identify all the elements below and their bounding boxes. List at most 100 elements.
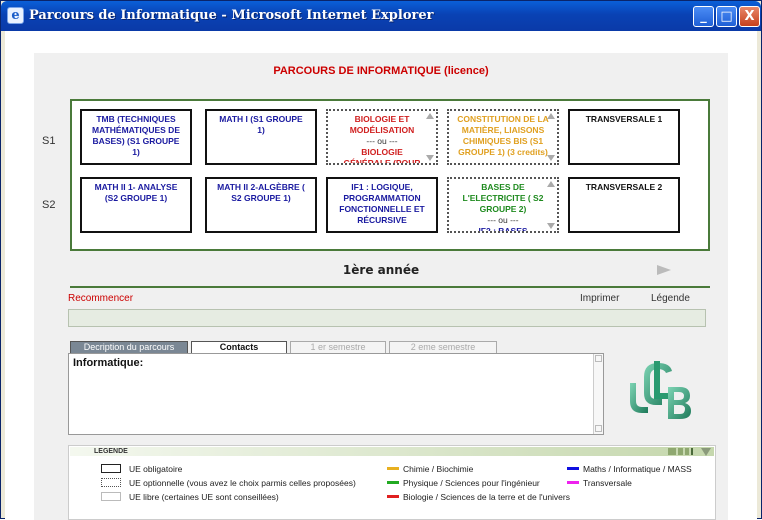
ue-title: CONSTITUTION DE LA MATIÈRE, LIAISONS CHIMI…	[451, 114, 555, 158]
ue-title-line: TRANSVERSALE 2	[585, 182, 663, 192]
tab-semester-1[interactable]: 1 er semestre	[290, 341, 386, 353]
ue-title-line: FONCTIONNELLE ET	[339, 204, 425, 214]
minimize-button[interactable]: _	[693, 6, 714, 27]
legend-bar-square	[691, 448, 693, 455]
scroll-up-icon[interactable]	[595, 355, 602, 362]
ue-title-line: GÉNÉRALE (POUR	[343, 158, 421, 165]
course-grid: TMB (TECHNIQUES MATHÉMATIQUES DE BASES) (S…	[70, 99, 710, 251]
tab-semester-2[interactable]: 2 eme semestre	[389, 341, 497, 353]
ue-title-line: 1)	[257, 125, 265, 135]
legend-maths: Maths / Informatique / MASS	[583, 464, 692, 474]
minimize-icon: _	[700, 9, 707, 24]
ue-title-line: MATH II 2-ALGÈBRE (	[217, 182, 305, 192]
page-title: PARCOURS DE INFORMATIQUE (licence)	[273, 65, 489, 77]
scroll-up-icon[interactable]	[547, 181, 555, 187]
page-viewport: PARCOURS DE INFORMATIQUE (licence) S1 S2…	[5, 31, 757, 520]
legend-biology: Biologie / Sciences de la terre et de l'…	[403, 492, 570, 502]
legend-link[interactable]: Légende	[651, 293, 690, 304]
window-title: Parcours de Informatique - Microsoft Int…	[29, 8, 434, 23]
ue-title-line: CHIMIQUES BIS (S1	[462, 136, 544, 146]
scroll-down-icon[interactable]	[547, 155, 555, 161]
legend-bar-square	[668, 448, 676, 455]
ue-card-s2-5[interactable]: TRANSVERSALE 2	[568, 177, 680, 233]
page-content: PARCOURS DE INFORMATIQUE (licence) S1 S2…	[34, 53, 728, 520]
biology-color	[387, 495, 399, 498]
maximize-button[interactable]: □	[716, 6, 737, 27]
description-scrollbar[interactable]	[593, 354, 603, 434]
ue-title: TMB (TECHNIQUES MATHÉMATIQUES DE BASES) (S…	[84, 114, 188, 158]
semester-label-s2: S2	[42, 199, 56, 211]
ue-title-line: S2 GROUPE 1)	[231, 193, 291, 203]
legend-mandatory: UE obligatoire	[129, 464, 183, 474]
ue-card-s1-5[interactable]: TRANSVERSALE 1	[568, 109, 680, 165]
next-arrow-icon[interactable]	[657, 265, 671, 275]
legend-header: LEGENDE	[94, 448, 128, 455]
ue-title: BIOLOGIE ET MODÉLISATION	[330, 114, 434, 136]
scroll-up-icon[interactable]	[426, 113, 434, 119]
optional-swatch	[101, 478, 121, 487]
scroll-down-icon[interactable]	[426, 155, 434, 161]
physics-color	[387, 481, 399, 484]
close-button[interactable]: X	[739, 6, 760, 27]
ue-title-line: PROGRAMMATION	[343, 193, 421, 203]
ue-title-line: RÉCURSIVE	[357, 215, 407, 225]
browser-window: e Parcours de Informatique - Microsoft I…	[0, 0, 762, 520]
maths-color	[567, 467, 579, 470]
ue-title-line: IF1 : LOGIQUE,	[351, 182, 413, 192]
ue-title-line: L'ELECTRICITE ( S2	[462, 193, 544, 203]
ue-title-line: MATH II 1- ANALYSE	[94, 182, 178, 192]
legend-chemistry: Chimie / Biochimie	[403, 464, 474, 474]
chemistry-color	[387, 467, 399, 470]
tab-description[interactable]: Decription du parcours	[70, 341, 188, 353]
ue-title-line: GROUPE 2)	[479, 204, 527, 214]
restart-link[interactable]: Recommencer	[68, 293, 133, 304]
legend-free: UE libre (certaines UE sont conseillées)	[129, 492, 279, 502]
ue-alt-title: IF2 : BASES	[451, 226, 555, 233]
ue-title-line: (S2 GROUPE 1)	[104, 193, 168, 203]
description-panel: Informatique:	[68, 353, 604, 435]
collapse-icon[interactable]	[701, 448, 711, 456]
ue-title-line: MATHÉMATIQUES DE	[92, 125, 180, 135]
ue-or-separator: --- ou ---	[487, 215, 519, 225]
transversal-color	[567, 481, 579, 484]
legend-header-bar[interactable]: LEGENDE	[70, 447, 714, 456]
legend-transversal: Transversale	[583, 478, 632, 488]
scroll-down-icon[interactable]	[595, 425, 602, 432]
ue-card-s1-2[interactable]: MATH I (S1 GROUPE 1)	[205, 109, 317, 165]
maximize-icon: □	[720, 9, 733, 24]
ue-title-line: BASES DE	[481, 182, 525, 192]
ue-title-line: 1)	[132, 147, 140, 157]
description-text: Informatique:	[73, 357, 144, 369]
ue-title-line: GROUPE 1) (3 credits)	[458, 147, 548, 157]
print-link[interactable]: Imprimer	[580, 293, 619, 304]
legend-physics: Physique / Sciences pour l'ingénieur	[403, 478, 540, 488]
title-bar[interactable]: e Parcours de Informatique - Microsoft I…	[1, 1, 761, 31]
ie-icon: e	[7, 7, 24, 24]
free-swatch	[101, 492, 121, 501]
ue-title-line: BIOLOGIE ET	[354, 114, 410, 124]
ue-card-s2-1[interactable]: MATH II 1- ANALYSE (S2 GROUPE 1)	[80, 177, 192, 233]
ue-title-line: MATIÈRE, LIAISONS	[461, 125, 545, 135]
ue-card-s1-3-optional[interactable]: BIOLOGIE ET MODÉLISATION --- ou --- BIOLOGI…	[326, 109, 438, 165]
close-icon: X	[744, 9, 755, 24]
year-label: 1ère année	[342, 263, 420, 277]
legend-bar-square	[685, 448, 689, 455]
legend-bar-square	[678, 448, 683, 455]
divider	[70, 286, 710, 288]
tab-contacts[interactable]: Contacts	[191, 341, 287, 353]
ue-card-s2-3[interactable]: IF1 : LOGIQUE, PROGRAMMATION FONCTIONNELLE…	[326, 177, 438, 233]
scroll-up-icon[interactable]	[547, 113, 555, 119]
ue-card-s1-1[interactable]: TMB (TECHNIQUES MATHÉMATIQUES DE BASES) (S…	[80, 109, 192, 165]
ue-title-line: IF2 : BASES	[478, 226, 528, 233]
ue-title-line: BIOLOGIE	[361, 147, 403, 157]
ue-card-s2-4-optional[interactable]: BASES DE L'ELECTRICITE ( S2 GROUPE 2) --- o…	[447, 177, 559, 233]
mandatory-swatch	[101, 464, 121, 473]
ue-title: MATH II 1- ANALYSE (S2 GROUPE 1)	[84, 182, 188, 204]
ue-title: TRANSVERSALE 2	[572, 182, 676, 193]
ue-title: MATH I (S1 GROUPE 1)	[209, 114, 313, 136]
ue-card-s1-4-optional[interactable]: CONSTITUTION DE LA MATIÈRE, LIAISONS CHIMI…	[447, 109, 559, 165]
ue-card-s2-2[interactable]: MATH II 2-ALGÈBRE (S2 GROUPE 1)	[205, 177, 317, 233]
legend-optional: UE optionnelle (vous avez le choix parmi…	[129, 478, 356, 488]
scroll-down-icon[interactable]	[547, 223, 555, 229]
ulb-logo	[630, 361, 691, 419]
